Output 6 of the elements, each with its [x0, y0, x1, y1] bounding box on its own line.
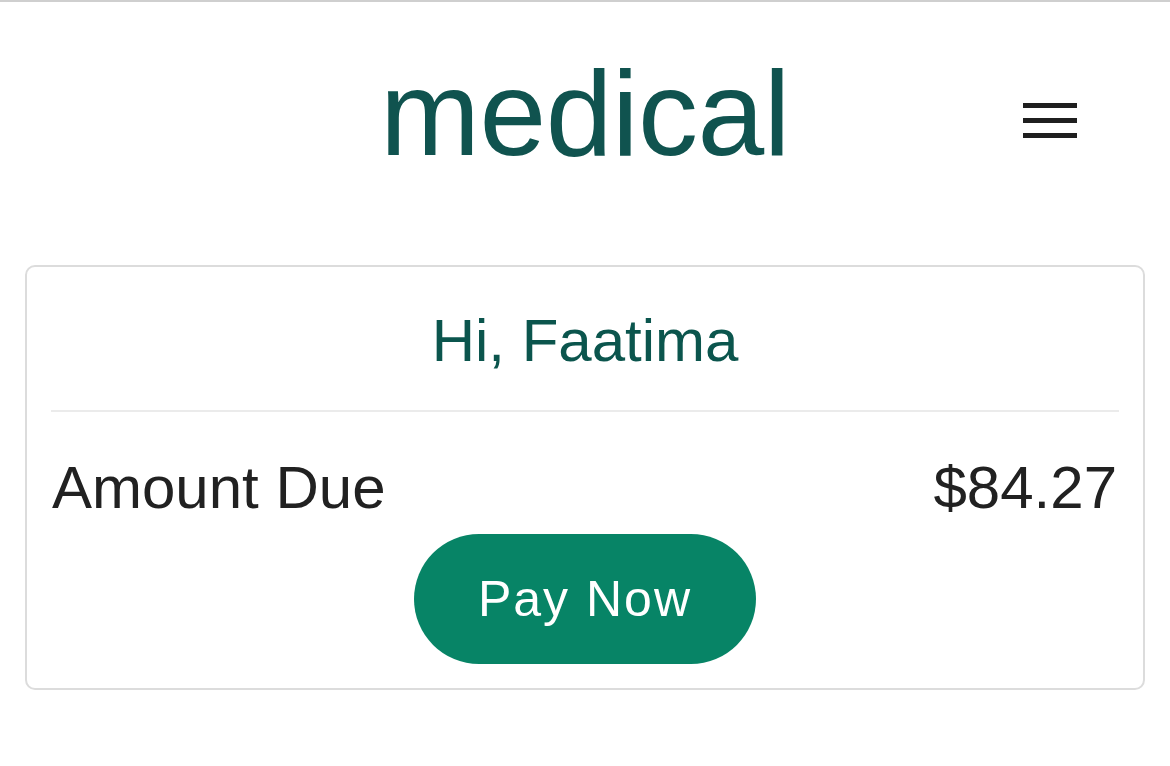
amount-label: Amount Due	[52, 453, 386, 523]
amount-value: $84.27	[933, 453, 1117, 523]
logo[interactable]: medical	[380, 53, 790, 173]
pay-now-button[interactable]: Pay Now	[413, 534, 757, 664]
greeting-text: Hi, Faatima	[430, 306, 740, 376]
menu-icon[interactable]	[1023, 102, 1077, 138]
